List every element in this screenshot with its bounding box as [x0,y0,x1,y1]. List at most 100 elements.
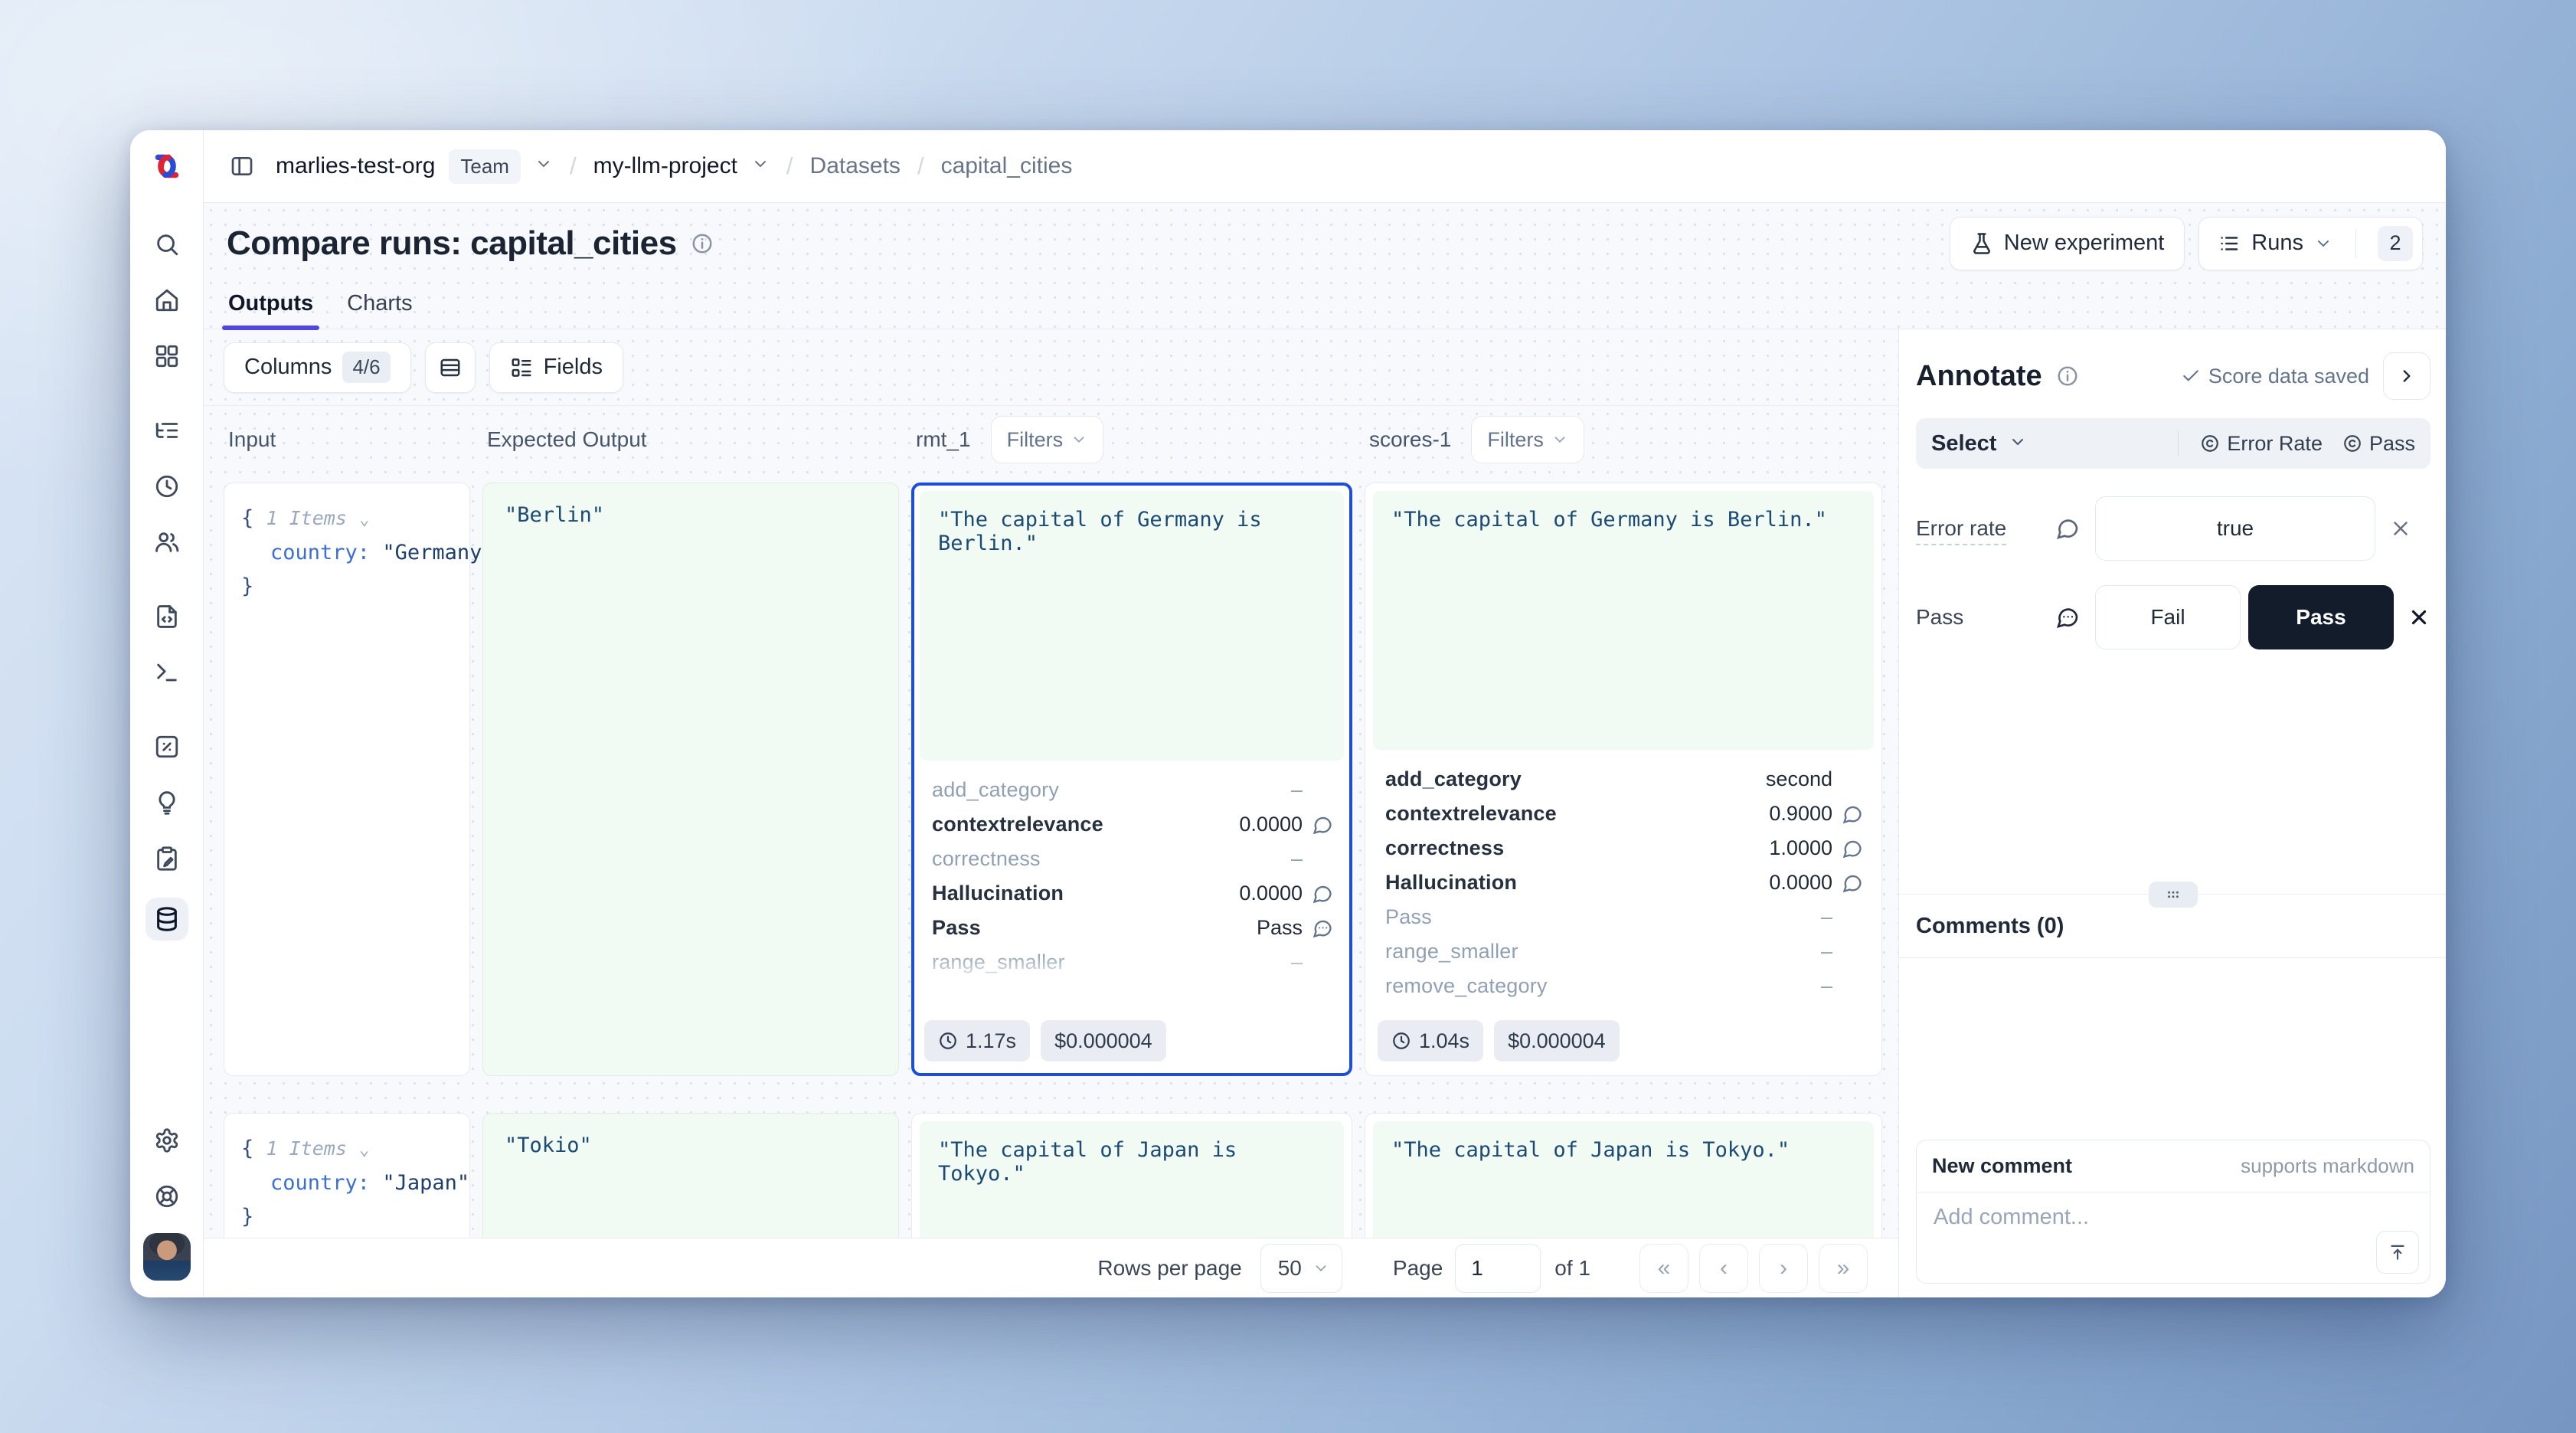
tab-charts[interactable]: Charts [347,291,412,329]
fields-button[interactable]: Fields [489,342,623,393]
fail-option-button[interactable]: Fail [2095,585,2241,649]
info-icon[interactable] [2056,365,2079,388]
score-row: remove_category– [1385,969,1863,1003]
grip-icon [2163,885,2183,905]
comment-input[interactable] [1926,1199,2421,1277]
sidebar-item-tracing[interactable] [149,414,185,447]
comment-bubble-icon[interactable] [1842,803,1863,825]
breadcrumb: marlies-test-org Team / my-llm-project /… [276,149,1072,184]
breadcrumb-dataset-name[interactable]: capital_cities [941,153,1073,179]
info-icon[interactable] [691,232,714,255]
sidebar-item-annotation-queues[interactable] [149,842,185,875]
user-avatar[interactable] [143,1233,191,1281]
input-cell[interactable]: { 1 Items ⌄ country: "Japan" } [224,1113,470,1238]
score-list: add_categorysecond contextrelevance0.900… [1373,750,1874,1003]
previous-page-button[interactable]: ‹ [1699,1244,1748,1293]
new-experiment-label: New experiment [2004,231,2165,256]
sidebar-item-prompts[interactable] [149,600,185,633]
comment-bubble-icon[interactable] [1842,872,1863,894]
expected-output-cell[interactable]: "Tokio" [482,1113,899,1238]
sidebar-item-dashboards[interactable] [149,339,185,373]
run2-output-cell[interactable]: "The capital of Japan is Tokyo." [1365,1113,1882,1238]
row-height-button[interactable] [425,342,476,393]
breadcrumb-project[interactable]: my-llm-project [593,153,737,179]
expand-panel-button[interactable] [2383,352,2431,400]
rows-icon [439,356,462,379]
score-config-bar: Select Error Rate Pass [1916,418,2431,469]
last-page-button[interactable]: » [1819,1244,1868,1293]
tab-outputs[interactable]: Outputs [228,291,313,329]
column-header-run1: rmt_1 [911,427,971,452]
score-list: add_category– contextrelevance0.0000 cor… [920,761,1344,990]
sidebar-item-playground[interactable] [149,656,185,689]
chevron-down-icon[interactable] [534,153,553,179]
chevron-down-icon[interactable] [2009,433,2027,455]
sidebar-item-support[interactable] [149,1179,185,1213]
score-row: PassPass [932,911,1333,945]
run1-output-cell[interactable]: "The capital of Japan is Tokyo." [911,1113,1352,1238]
expected-output-cell[interactable]: "Berlin" [482,483,899,1076]
chevron-down-icon[interactable] [751,153,770,179]
run-output-text: "The capital of Japan is Tokyo." [920,1121,1344,1238]
run1-filters-button[interactable]: Filters [991,416,1104,463]
error-rate-input[interactable] [2095,496,2375,561]
sidebar-item-search[interactable] [149,227,185,261]
pass-option-button[interactable]: Pass [2248,585,2394,649]
clear-score-icon[interactable] [2389,517,2412,540]
latency-badge: 1.04s [1378,1020,1483,1062]
json-items-label[interactable]: 1 Items [266,1137,347,1160]
columns-button[interactable]: Columns 4/6 [224,342,411,393]
resize-drag-handle[interactable] [2149,882,2198,908]
clear-score-icon[interactable] [2408,606,2431,629]
score-row: add_categorysecond [1385,762,1863,797]
input-cell[interactable]: { 1 Items ⌄ country: "Germany" } [224,483,470,1076]
first-page-button[interactable]: « [1639,1244,1688,1293]
runs-button[interactable]: Runs 2 [2198,217,2423,270]
sidebar-item-sessions[interactable] [149,469,185,503]
json-value: "Germany" [382,541,494,564]
json-brace: { [241,506,253,530]
table-toolbar: Columns 4/6 Fields [204,329,1898,406]
sidebar-item-datasets[interactable] [145,898,188,941]
sidebar-item-home[interactable] [149,283,185,317]
clock-icon [1391,1031,1411,1051]
breadcrumb-org[interactable]: marlies-test-org [276,153,435,179]
chevron-down-icon[interactable]: ⌄ [359,1140,369,1160]
comment-bubble-icon[interactable] [1842,838,1863,859]
rows-per-page-select[interactable]: 50 [1260,1244,1342,1293]
page-number-input[interactable] [1455,1244,1541,1293]
run1-output-cell-selected[interactable]: "The capital of Germany is Berlin." add_… [911,483,1352,1076]
breadcrumb-datasets[interactable]: Datasets [810,153,901,179]
new-experiment-button[interactable]: New experiment [1950,217,2185,270]
score-row: add_category– [932,773,1333,807]
chevron-down-icon[interactable]: ⌄ [359,510,369,529]
select-dropdown[interactable]: Select [1931,431,1996,456]
page-title: Compare runs: capital_cities [227,224,677,263]
gear-icon [154,1127,180,1153]
json-items-label[interactable]: 1 Items [266,507,347,529]
table-row: { 1 Items ⌄ country: "Japan" } "Tokio" "… [224,1113,1898,1238]
breadcrumb-separator: / [914,152,927,180]
sidebar-item-users[interactable] [149,525,185,559]
comment-bubble-icon[interactable] [2055,605,2080,630]
configured-score-error-rate: Error Rate [2200,432,2323,456]
main-area: marlies-test-org Team / my-llm-project /… [204,130,2446,1297]
chevron-down-icon [1551,431,1568,448]
page-header: Compare runs: capital_cities New experim… [204,203,2446,283]
comment-bubble-icon[interactable] [1312,918,1333,939]
sidebar-item-evaluation[interactable] [149,730,185,764]
comment-bubble-icon[interactable] [1312,814,1333,836]
collapse-sidebar-button[interactable] [227,151,257,182]
sidebar-item-insights[interactable] [149,786,185,820]
comment-bubble-icon[interactable] [1312,883,1333,905]
column-header-input: Input [224,427,276,452]
run-metrics: 1.17s $0.000004 [920,1013,1344,1068]
submit-comment-button[interactable] [2376,1231,2419,1274]
clock-icon [938,1031,958,1051]
run2-filters-button[interactable]: Filters [1471,416,1584,463]
comment-bubble-icon[interactable] [2055,516,2080,541]
sidebar-item-settings[interactable] [149,1124,185,1157]
run2-output-cell[interactable]: "The capital of Germany is Berlin." add_… [1365,483,1882,1076]
next-page-button[interactable]: › [1759,1244,1808,1293]
langfuse-logo-icon [151,153,183,179]
